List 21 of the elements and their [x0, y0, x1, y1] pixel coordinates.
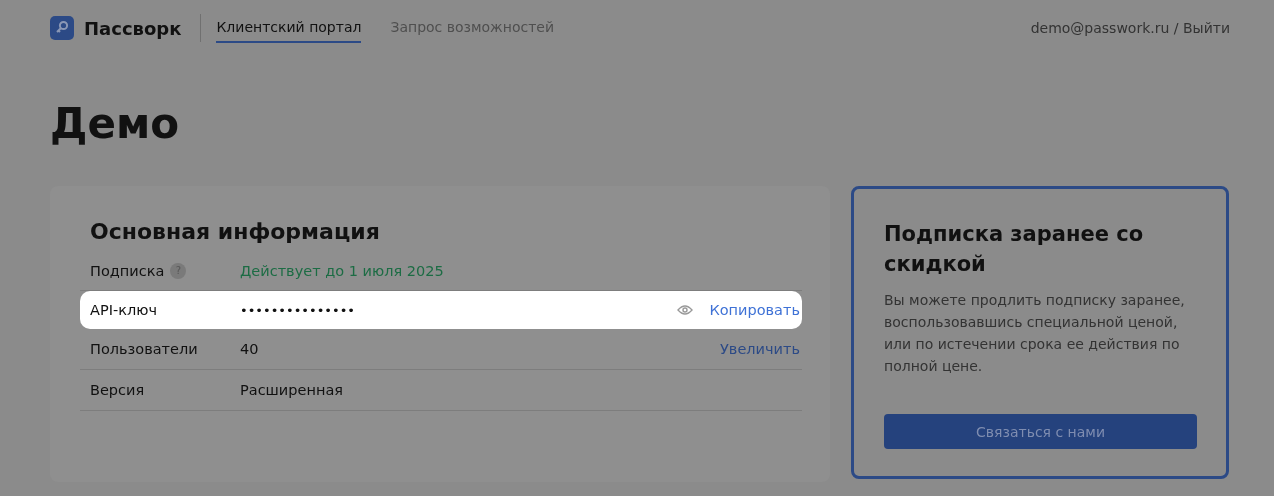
field-label: API-ключ: [90, 302, 157, 318]
field-value: 40: [240, 341, 260, 357]
field-label: Пользователи: [90, 341, 198, 357]
nav-tab[interactable]: Запрос возможностей: [390, 13, 554, 43]
field-label: Подписка: [90, 262, 165, 279]
card-heading: Основная информация: [90, 219, 381, 244]
page-title: Демо: [50, 98, 181, 150]
key-icon: [50, 16, 74, 40]
action-link[interactable]: Копировать: [709, 302, 800, 318]
action-link[interactable]: Увеличить: [720, 341, 800, 357]
account-link[interactable]: demo@passwork.ru / Выйти: [1030, 20, 1230, 36]
promo-heading: Подписка заранее со скидкой: [884, 221, 1145, 278]
field-label: Версия: [90, 382, 145, 398]
field-value: •••••••••••••••: [240, 302, 357, 318]
eye-icon[interactable]: [677, 304, 694, 316]
field-value: Действует до 1 июля 2025: [240, 262, 445, 279]
logo-text[interactable]: Пассворк: [84, 17, 182, 39]
promo-text: Вы можете продлить подписку заранее, воспользовавшись специальной ценой, или по истечении срока ее действия по полной цене.: [884, 291, 1186, 376]
nav-tab[interactable]: Клиентский портал: [216, 13, 362, 43]
contact-button[interactable]: Связаться с нами: [884, 414, 1197, 449]
field-value: Расширенная: [240, 382, 344, 398]
